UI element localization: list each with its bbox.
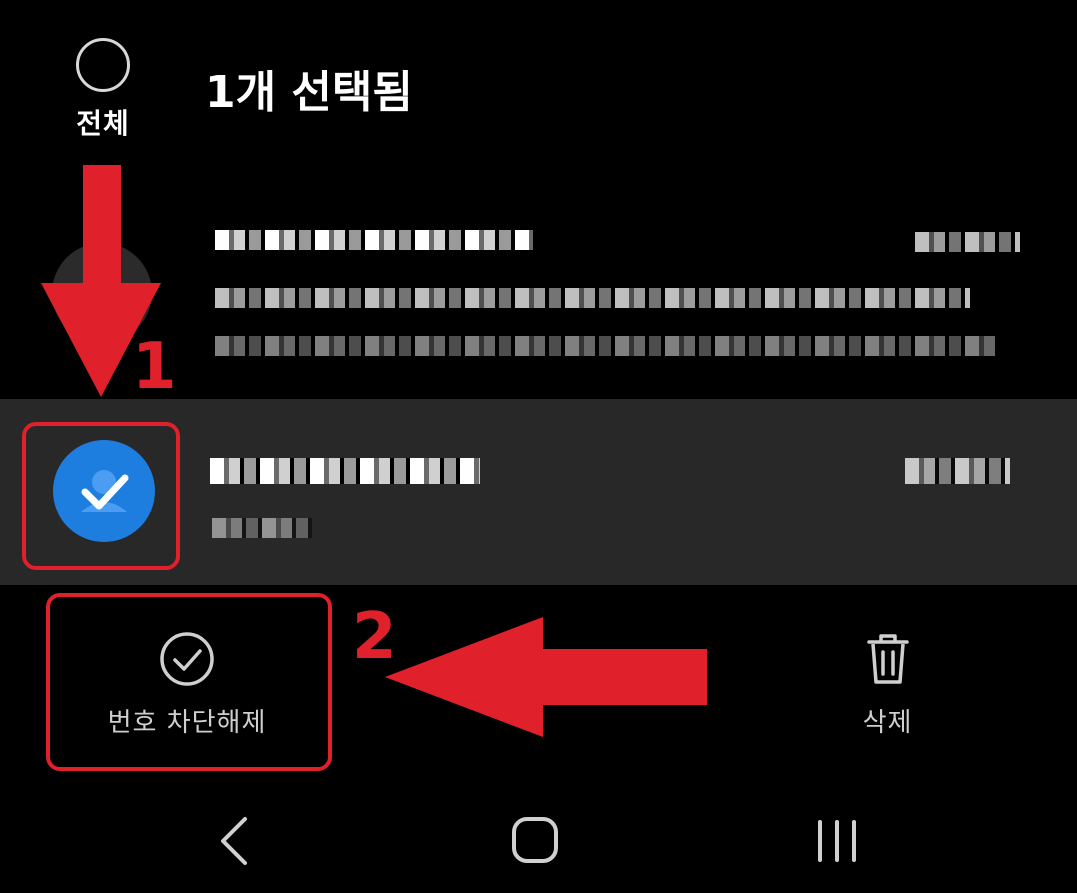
delete-button[interactable]: 삭제 [820,630,955,740]
page-title: 1개 선택됨 [205,67,413,118]
list-item-preview-redacted [215,288,970,308]
annotation-box-unblock [46,593,332,771]
list-item-name-redacted [215,230,533,250]
step-number-1: 1 [132,330,177,404]
circle-outline-icon[interactable] [76,38,130,92]
list-item-time-redacted [915,232,1020,252]
list-item-time-redacted [905,458,1010,484]
step-number-2: 2 [352,600,397,674]
list-item-name-redacted [210,458,480,484]
list-item-preview-redacted [215,336,995,356]
annotation-box-select [22,422,180,570]
delete-label: 삭제 [862,708,913,738]
rounded-square-icon[interactable] [510,815,560,865]
trash-icon [866,634,909,684]
arrow-left-annotation [385,617,707,737]
select-all-label: 전체 [76,107,130,140]
chevron-left-icon[interactable] [215,815,255,867]
select-all-toggle[interactable]: 전체 [72,38,134,148]
three-bars-icon[interactable] [812,818,862,864]
list-item-preview-redacted [212,518,312,538]
